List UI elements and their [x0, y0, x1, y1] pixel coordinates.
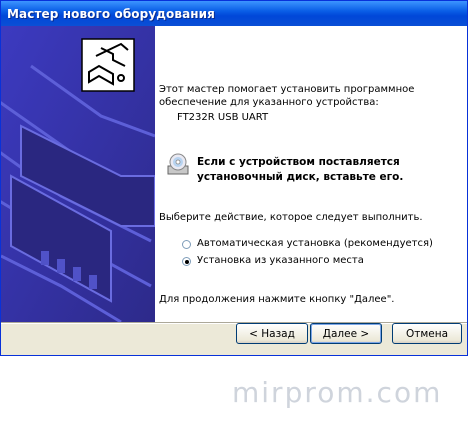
intro-line-1: Этот мастер помогает установить программ…: [159, 84, 415, 95]
radio-install-from-location[interactable]: [182, 257, 191, 266]
window-title: Мастер нового оборудования: [7, 6, 215, 21]
intro-line-2: обеспечение для указанного устройства:: [159, 97, 379, 108]
option-install-from-location[interactable]: Установка из указанного места: [197, 255, 364, 266]
hardware-wizard-window: Мастер нового оборудования Этот мастер п…: [0, 0, 468, 356]
wizard-side-panel: [1, 26, 155, 322]
wizard-content: Этот мастер помогает установить программ…: [155, 26, 467, 322]
watermark: mirprom.com: [232, 376, 443, 409]
choice-prompt: Выберите действие, которое следует выпол…: [159, 212, 423, 223]
cd-notice-line-1: Если с устройством поставляется: [197, 156, 400, 168]
title-bar[interactable]: Мастер нового оборудования: [1, 1, 467, 26]
option-automatic-install[interactable]: Автоматическая установка (рекомендуется): [197, 238, 433, 249]
cancel-button[interactable]: Отмена: [392, 323, 462, 344]
device-name: FT232R USB UART: [177, 112, 269, 123]
cd-notice-line-2: установочный диск, вставьте его.: [197, 171, 404, 183]
next-button[interactable]: Далее >: [310, 323, 382, 344]
radio-automatic-install[interactable]: [182, 240, 191, 249]
cd-drive-icon: [167, 153, 189, 175]
continue-hint: Для продолжения нажмите кнопку "Далее".: [159, 294, 395, 305]
hardware-illustration: [1, 26, 155, 322]
back-button[interactable]: < Назад: [236, 323, 308, 344]
